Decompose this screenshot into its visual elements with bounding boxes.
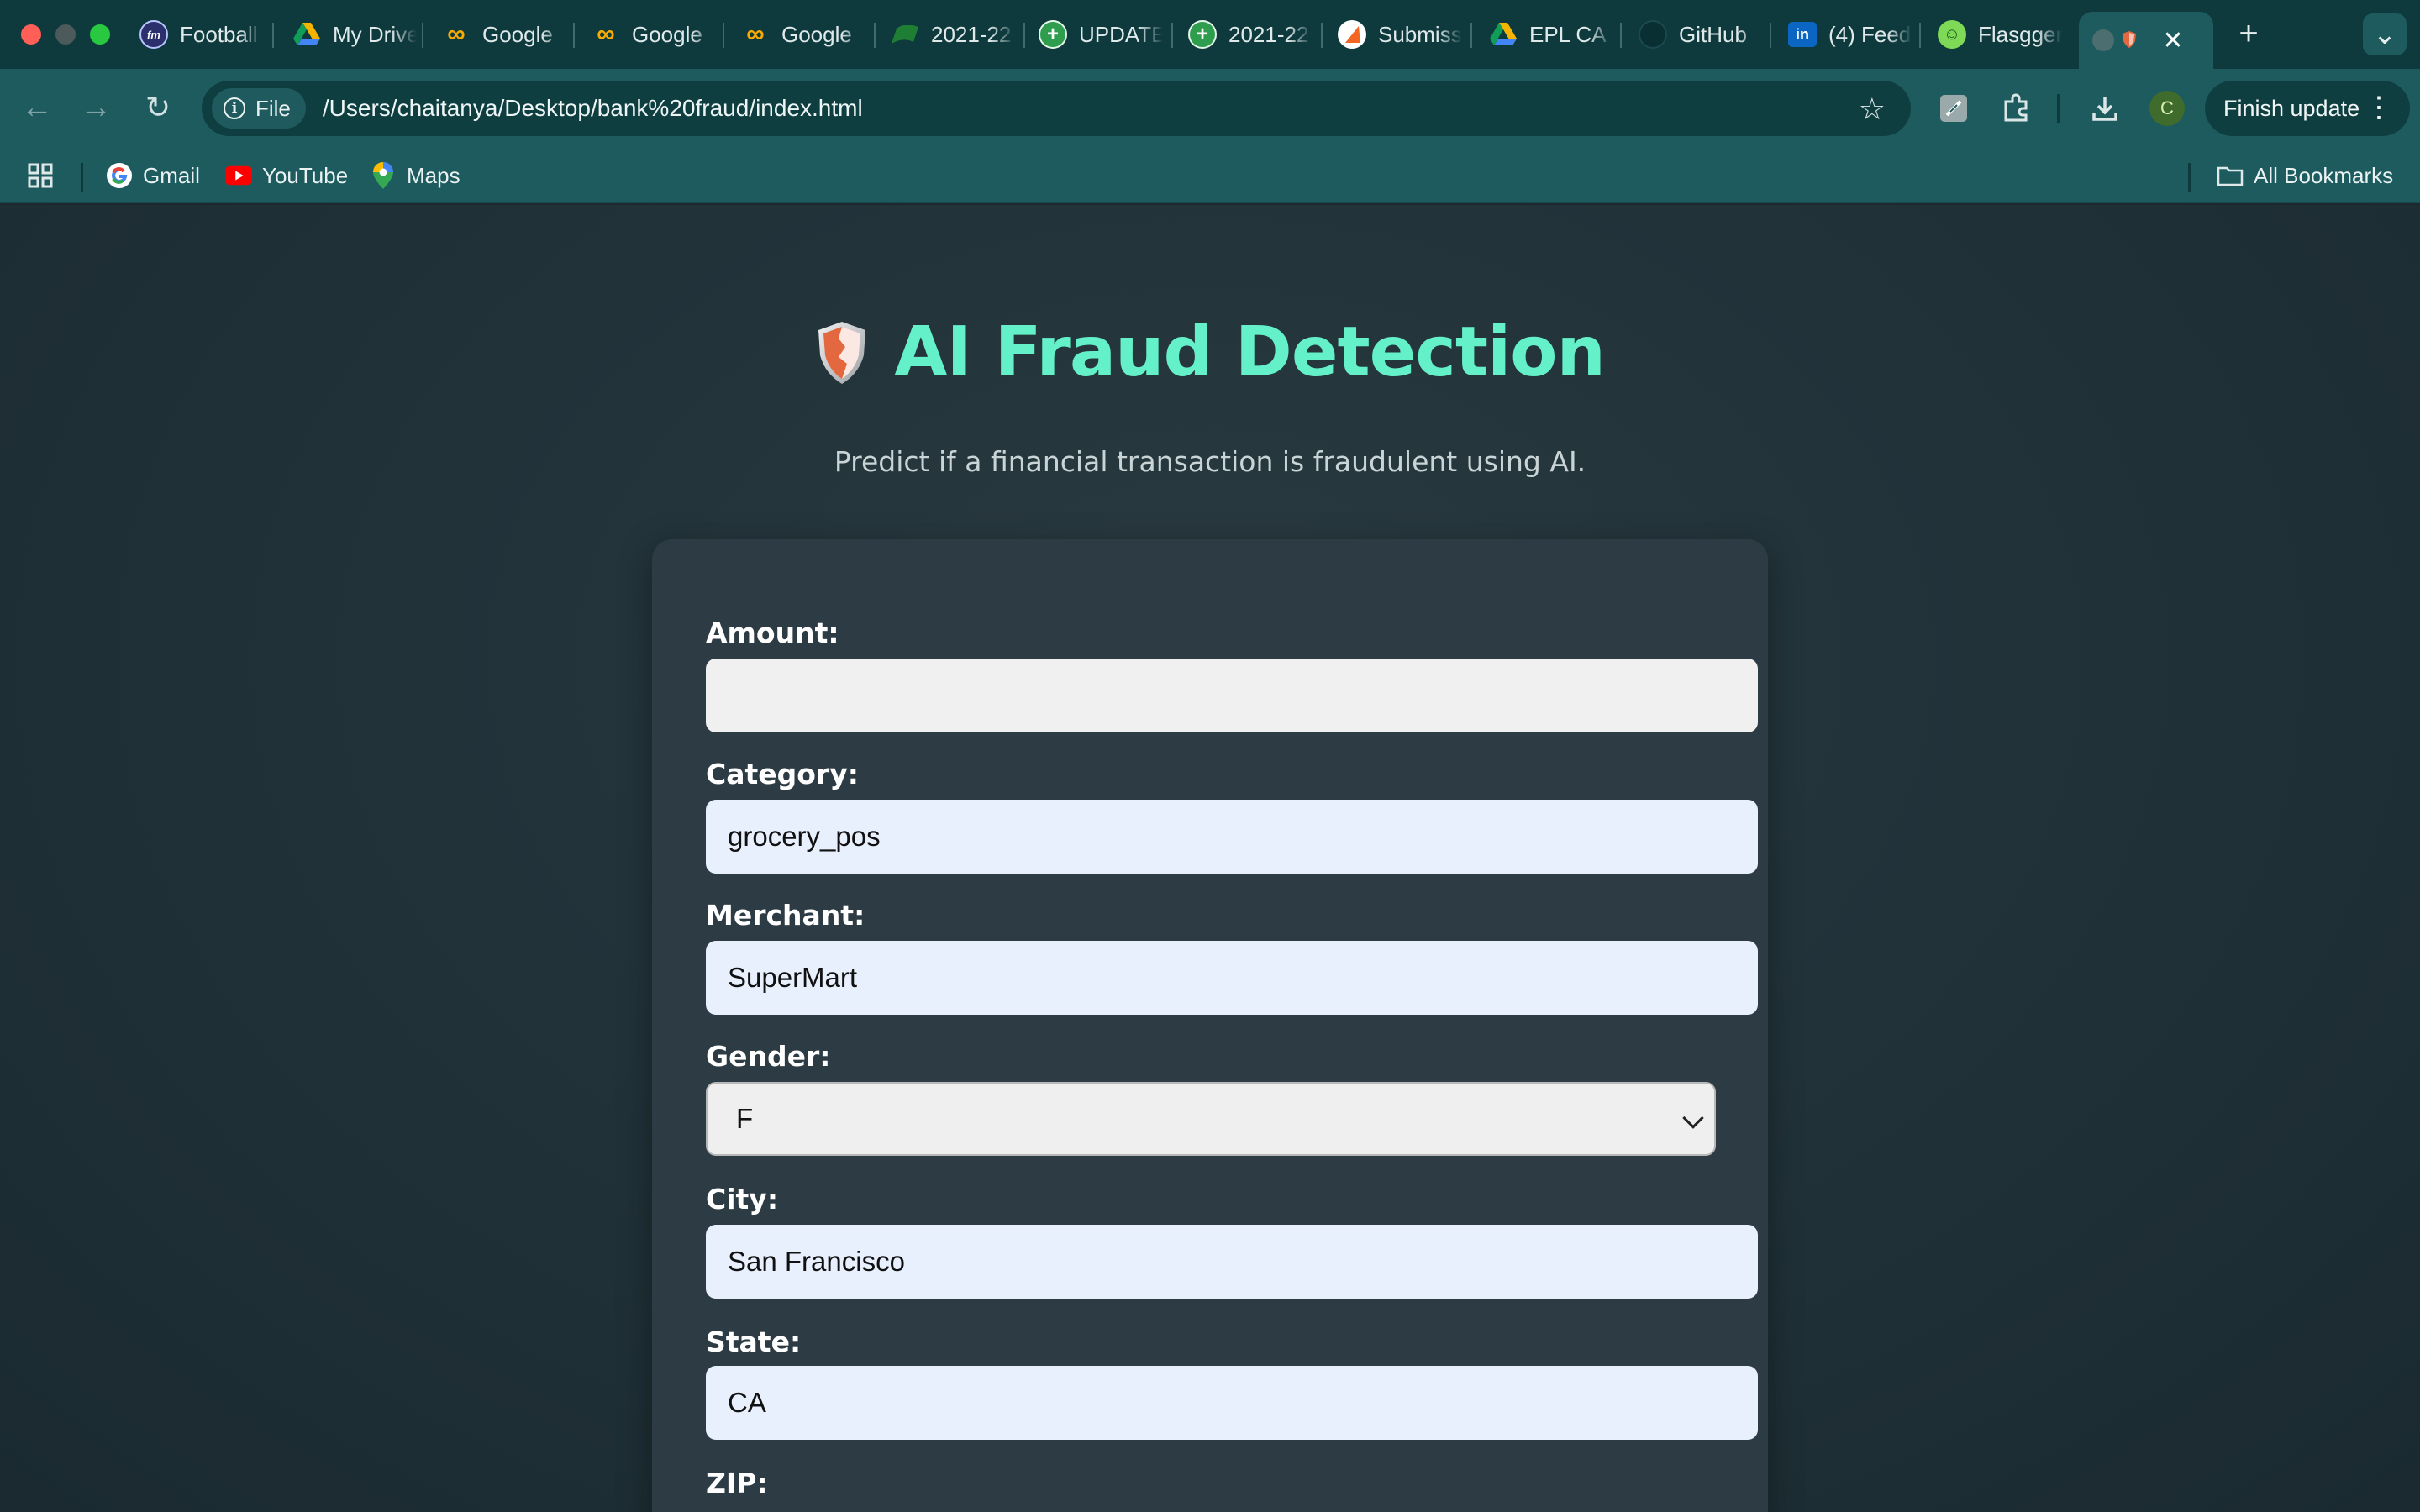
window-zoom-button[interactable] [90,24,110,45]
bookmark-gmail[interactable]: Gmail [106,158,200,193]
youtube-icon [225,162,252,189]
bookmark-label: Gmail [143,162,200,188]
page-title: AI Fraud Detection [894,312,1606,392]
fm-icon: fm [139,20,168,49]
category-input[interactable]: grocery_pos [706,800,1758,874]
bookmark-label: YouTube [262,162,349,188]
amount-label: Amount: [706,617,839,649]
tab-epl-ca[interactable]: EPL CA [1489,12,1613,57]
page-content: AI Fraud Detection Predict if a financia… [0,205,2420,1512]
tab-sheet-2021-22[interactable]: 2021-22 [891,12,1015,57]
tab-google-colab-2[interactable]: ∞ Google [592,12,716,57]
merchant-label: Merchant: [706,899,865,932]
browser-toolbar: ← → ↻ i File /Users/chaitanya/Desktop/ba… [0,69,2420,148]
tab-linkedin-feed[interactable]: in (4) Feed [1788,12,1912,57]
tab-my-drive[interactable]: My Drive [292,12,417,57]
category-label: Category: [706,758,859,790]
finish-update-button[interactable]: Finish update ⋮ [2205,81,2410,136]
colab-icon: ∞ [447,20,466,48]
colab-icon: ∞ [597,20,615,48]
tab-flasgger[interactable]: ☺ Flasgger [1938,12,2062,57]
tab-updated[interactable]: + UPDATED [1039,12,1163,57]
colab-icon: ∞ [746,20,765,48]
drive-icon [292,20,321,49]
city-label: City: [706,1183,779,1215]
chevron-down-icon [1682,1107,1704,1129]
chevron-down-icon: ⌄ [2372,18,2397,50]
extensions-puzzle-icon[interactable] [1996,89,2035,128]
folder-icon [2217,162,2244,189]
google-icon [106,162,133,189]
url-text[interactable]: /Users/chaitanya/Desktop/bank%20fraud/in… [323,95,863,122]
tab-football[interactable]: fm Football [139,12,264,57]
tab-submission[interactable]: Submission [1338,12,1462,57]
bookmark-maps[interactable]: Maps [370,158,460,193]
bookmark-star-icon[interactable]: ☆ [1859,92,1886,127]
state-label: State: [706,1326,802,1358]
arrow-left-icon: ← [21,89,53,125]
window-close-button[interactable] [21,24,41,45]
tab-google-colab-1[interactable]: ∞ Google [442,12,566,57]
forward-button[interactable]: → [76,87,116,128]
drive-icon [1489,20,1518,49]
cross-icon: + [1039,20,1067,49]
amount-input[interactable] [706,659,1758,732]
tab-close-icon[interactable]: ✕ [2156,26,2190,55]
kebab-menu-icon[interactable]: ⋮ [2365,91,2393,124]
site-info-chip[interactable]: i File [212,88,306,129]
bookmarks-bar: Gmail YouTube Maps All Bookmarks [0,148,2420,203]
window-minimize-button[interactable] [55,24,76,45]
shield-icon [2123,28,2136,54]
address-bar[interactable]: i File /Users/chaitanya/Desktop/bank%20f… [202,81,1911,136]
all-bookmarks-button[interactable]: All Bookmarks [2217,158,2393,193]
gender-value: F [736,1103,754,1134]
linkedin-icon: in [1788,22,1817,47]
bookmark-youtube[interactable]: YouTube [225,158,348,193]
page-header: AI Fraud Detection [0,312,2420,392]
city-input[interactable]: San Francisco [706,1225,1758,1299]
tab-github[interactable]: GitHub [1639,12,1763,57]
page-subtitle: Predict if a financial transaction is fr… [834,445,1586,478]
maps-icon [370,162,397,189]
tab-search-button[interactable]: ⌄ [2363,13,2407,55]
github-icon [1639,20,1667,49]
merchant-input[interactable]: SuperMart [706,941,1758,1015]
tab-2021-22[interactable]: + 2021-22 [1188,12,1313,57]
reload-button[interactable]: ↻ [138,87,178,128]
fraud-form: Amount: Category: grocery_pos Merchant: … [652,539,1768,1512]
extension-icon[interactable] [1934,89,1973,128]
finish-update-label: Finish update [2223,95,2360,121]
shield-icon [818,321,866,384]
all-bookmarks-label: All Bookmarks [2254,162,2394,188]
reload-icon: ↻ [145,90,171,124]
apps-grid-icon [27,162,54,189]
submit-icon [1338,20,1366,49]
sheet-icon [891,20,919,49]
profile-avatar[interactable]: C [2149,91,2185,126]
gender-label: Gender: [706,1040,831,1073]
apps-grid-button[interactable] [27,158,64,193]
info-icon: i [224,97,245,119]
arrow-right-icon: → [80,89,112,125]
tab-ai-fraud-detection[interactable]: ✕ [2079,12,2213,69]
state-input[interactable]: CA [706,1366,1758,1440]
globe-icon [2092,29,2114,51]
tab-strip: fm Football My Drive ∞ Google ∞ Google ∞… [0,0,2420,69]
flasgger-icon: ☺ [1938,20,1966,49]
zip-label: ZIP: [706,1467,768,1499]
cross-icon: + [1188,20,1217,49]
bookmark-label: Maps [407,162,460,188]
gender-select[interactable]: F [706,1082,1716,1156]
scheme-label: File [255,95,291,121]
tab-google-colab-3[interactable]: ∞ Google [741,12,865,57]
downloads-icon[interactable] [2086,89,2124,128]
new-tab-button[interactable]: + [2232,13,2265,55]
back-button[interactable]: ← [17,87,57,128]
